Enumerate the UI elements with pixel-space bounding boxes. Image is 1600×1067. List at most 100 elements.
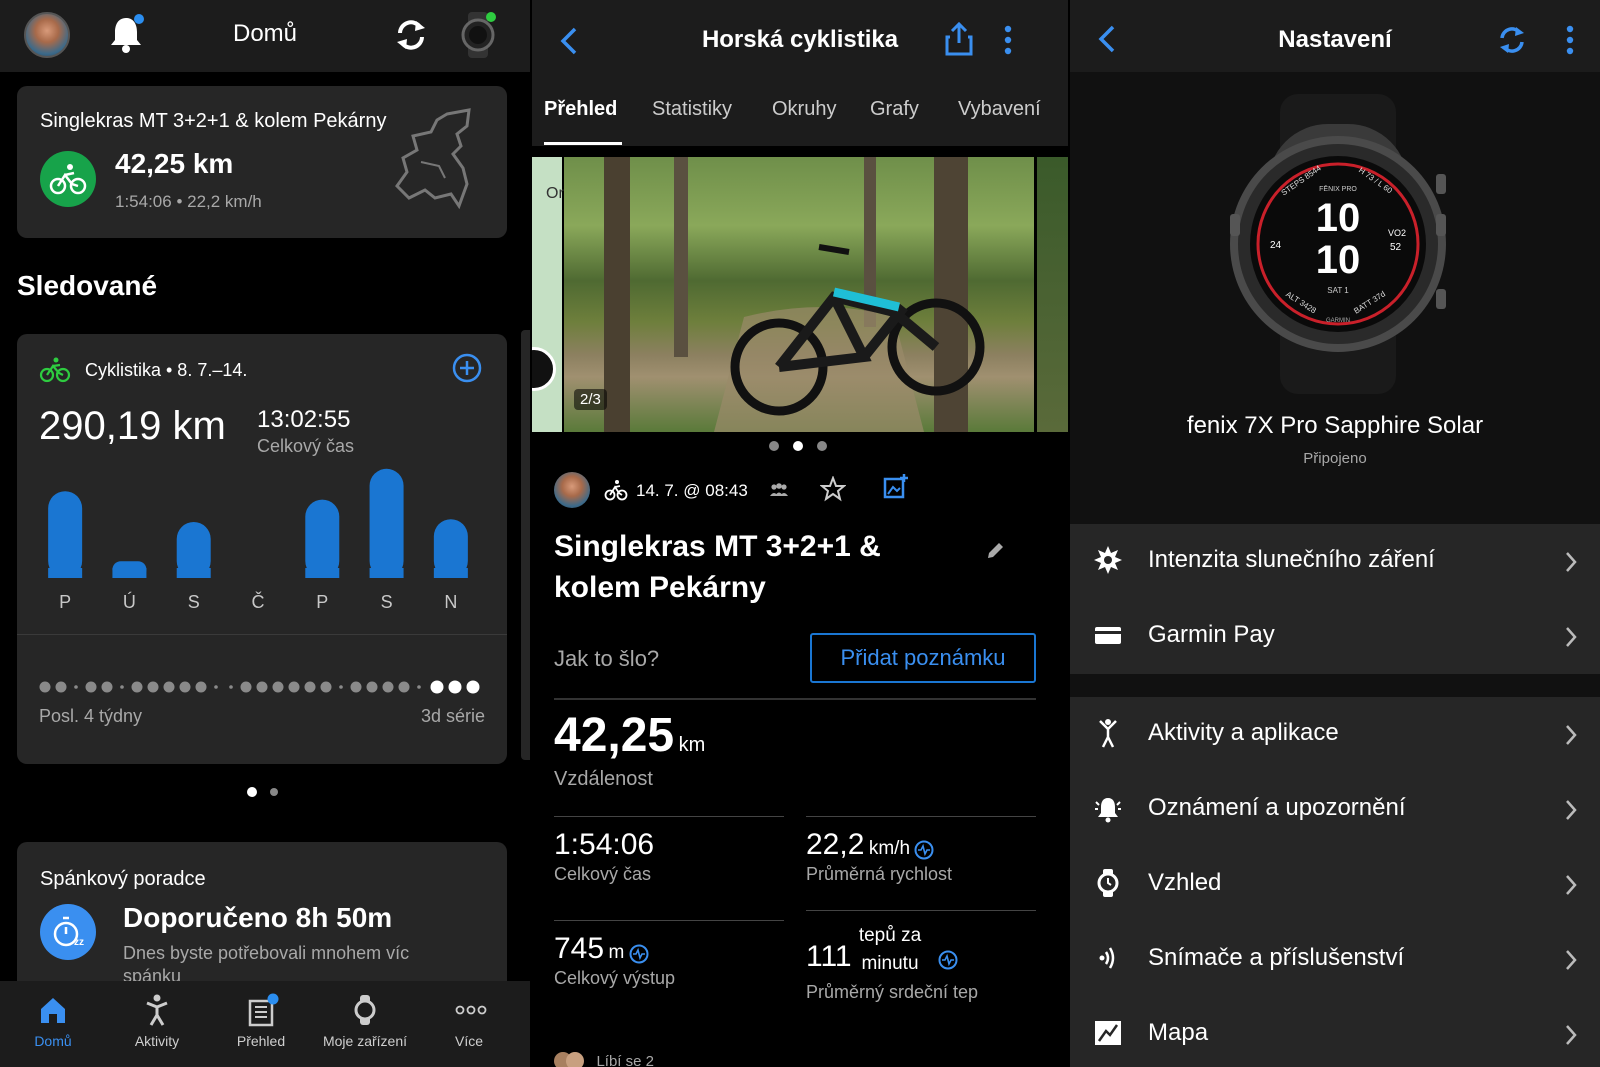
star-icon[interactable] (820, 476, 846, 502)
stat-unit: tepů za minutu (858, 925, 922, 974)
total-time: 13:02:55 (257, 406, 351, 433)
device-name: fenix 7X Pro Sapphire Solar (1186, 412, 1484, 439)
settings-item-sensors[interactable]: Snímače a příslušenství (1070, 922, 1600, 997)
distance-number: 42,25 (554, 709, 675, 762)
chevron-right-icon (1564, 798, 1578, 822)
person-icon (1092, 717, 1124, 749)
tab-gear[interactable]: Vybavení (958, 98, 1041, 121)
stat-value: 111 (806, 940, 852, 973)
settings-item-label: Vzhled (1148, 869, 1222, 896)
page-title: Domů (232, 20, 298, 47)
photo-counter: 2/3 (574, 389, 607, 410)
watch-face-brand: FĒNIX PRO (1319, 186, 1357, 193)
total-distance: 290,19 km (39, 404, 226, 448)
tab-home[interactable]: Domů (0, 993, 106, 1049)
settings-item-appearance[interactable]: Vzhled (1070, 847, 1600, 922)
day-bar (48, 491, 83, 578)
edit-pencil-icon[interactable] (984, 540, 1006, 562)
streak-dots (39, 680, 489, 694)
sun-icon (1092, 544, 1124, 576)
distance-value: 42,25 km (554, 708, 705, 763)
watch-face-maker: GARMIN (1326, 318, 1350, 324)
tab-my-devices[interactable]: Moje zařízení (312, 993, 418, 1049)
stat-label: Celkový výstup (554, 968, 676, 988)
map-icon (1092, 1017, 1124, 1049)
chevron-right-icon (1564, 625, 1578, 649)
tab-active-underline (544, 142, 622, 145)
settings-header: Nastavení (1070, 0, 1600, 72)
tab-laps[interactable]: Okruhy (772, 98, 836, 121)
more-dots-icon (454, 993, 487, 1027)
sleep-headline: Doporučeno 8h 50m (123, 902, 393, 933)
map-marker (532, 347, 556, 391)
day-label: S (381, 592, 393, 612)
activity-distance: 42,25 km (115, 148, 234, 179)
day-bar-base (176, 568, 211, 578)
more-vertical-icon[interactable] (1564, 24, 1576, 56)
stat-avg-heart-rate: 111 tepů za minutu Průměrný srdeční tep (806, 922, 1056, 1003)
recent-activity-card[interactable]: Singlekras MT 3+2+1 & kolem Pekárny 42,2… (17, 86, 507, 238)
tab-label: Moje zařízení (322, 1033, 408, 1049)
tab-statistics[interactable]: Statistiky (652, 98, 732, 121)
stat-label: Průměrná rychlost (806, 864, 953, 884)
back-chevron-icon[interactable] (1096, 24, 1120, 54)
sleep-card-title: Spánkový poradce (40, 868, 206, 890)
news-feed-icon (246, 993, 279, 1027)
tracked-cycling-card[interactable]: Cyklistika • 8. 7.–14. 290,19 km 13:02:5… (17, 334, 507, 764)
activity-header: Horská cyklistika Přehled Statistiky Okr… (532, 0, 1068, 146)
cycling-badge-icon (40, 151, 96, 207)
chevron-right-icon (1564, 550, 1578, 574)
total-time-label: Celkový čas (257, 436, 355, 456)
day-label: N (444, 592, 457, 612)
route-map-thumbnail (387, 106, 487, 216)
activity-title: Singlekras MT 3+2+1 & kolem Pekárny (40, 110, 387, 132)
owner-avatar[interactable] (554, 472, 590, 508)
device-hero: 10 10 STEPS 8544 H 73 / L 60 FĒNIX PRO 2… (1070, 72, 1600, 524)
share-icon[interactable] (944, 22, 974, 56)
tab-charts[interactable]: Grafy (870, 98, 919, 121)
connect-iq-icon (914, 840, 934, 860)
runner-icon (142, 993, 172, 1027)
group-icon[interactable] (768, 482, 790, 498)
sync-icon[interactable] (1496, 24, 1528, 56)
add-circle-icon[interactable] (451, 352, 483, 384)
stat-total-ascent: 745 m Celkový výstup (554, 932, 675, 989)
next-card-peek (521, 330, 530, 760)
settings-item-map[interactable]: Mapa (1070, 997, 1600, 1067)
alert-bell-icon (1092, 792, 1124, 824)
watch-face-hour: 10 (1315, 196, 1361, 240)
back-chevron-icon[interactable] (558, 26, 582, 56)
likes-text: Líbí se 2 (596, 1052, 654, 1067)
likes-row[interactable]: Líbí se 2 (554, 1052, 654, 1067)
watch-device-icon[interactable] (458, 10, 498, 60)
connect-iq-icon (938, 950, 958, 970)
stat-total-time: 1:54:06 Celkový čas (554, 828, 654, 885)
day-bar-base (433, 568, 468, 578)
tab-label: Okruhy (772, 98, 837, 120)
settings-item-garmin-pay[interactable]: Garmin Pay (1070, 599, 1600, 674)
settings-item-solar-intensity[interactable]: Intenzita slunečního záření (1070, 524, 1600, 599)
map-label: Or (546, 185, 564, 202)
add-note-button[interactable]: Přidat poznámku (810, 633, 1036, 683)
more-vertical-icon[interactable] (1002, 24, 1014, 56)
home-screen: Domů Singlekras MT 3+2+1 & kolem Pekárny… (0, 0, 530, 1067)
sleep-coach-card[interactable]: Spánkový poradce zz Doporučeno 8h 50m Dn… (17, 842, 507, 1002)
bottom-tab-bar: Domů Aktivity Přehled Moje zařízení Více (0, 981, 530, 1067)
add-photo-icon[interactable] (882, 472, 910, 500)
settings-item-notifications[interactable]: Oznámení a upozornění (1070, 772, 1600, 847)
activity-title: Singlekras MT 3+2+1 & kolem Pekárny (554, 530, 881, 604)
tab-more[interactable]: Více (416, 993, 522, 1049)
watch-face-icon (1092, 867, 1124, 899)
photo-carousel[interactable]: Or 2/3 (532, 157, 1068, 432)
tab-overview[interactable]: Přehled (208, 993, 314, 1049)
tab-activities[interactable]: Aktivity (104, 993, 210, 1049)
sync-icon[interactable] (392, 16, 430, 54)
day-bar-base (369, 568, 404, 578)
avatar[interactable] (24, 12, 70, 58)
tab-label: Statistiky (652, 98, 733, 120)
stat-value: 1:54:06 (554, 828, 655, 861)
settings-item-activities-apps[interactable]: Aktivity a aplikace (1070, 697, 1600, 772)
divider (554, 920, 784, 921)
notifications-bell-icon[interactable] (108, 14, 144, 54)
tab-overview[interactable]: Přehled (544, 98, 617, 121)
